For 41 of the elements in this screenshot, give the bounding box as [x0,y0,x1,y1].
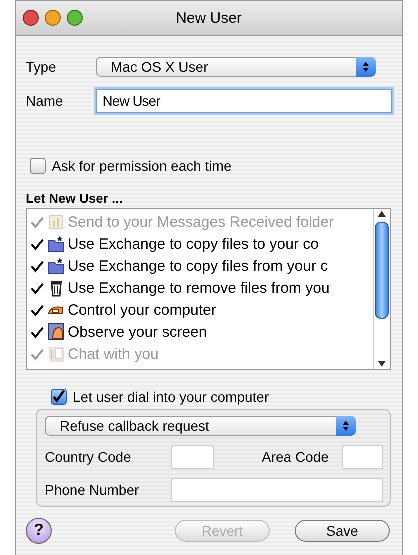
section-heading: Let New User ... [26,191,124,206]
field-label: Phone Number [45,482,140,498]
permission-item[interactable]: Control your computer [27,299,373,321]
window-title: New User [176,10,242,26]
trash-icon [48,279,65,297]
help-button[interactable]: ? [26,518,52,544]
field-label: Name [26,93,64,109]
permission-item[interactable]: Use Exchange to remove files from you [27,277,373,299]
stepper-icon [336,416,356,436]
scroll-down-icon[interactable] [377,359,387,369]
folder-icon [48,235,65,253]
popup-menu[interactable]: Mac OS X User [96,57,376,77]
stepper-icon [356,57,376,77]
permission-item[interactable]: Observe your screen [27,321,373,343]
checkbox[interactable] [30,158,46,174]
checkmark-icon[interactable] [31,282,45,294]
area-code-field[interactable] [342,445,383,469]
checkmark-icon[interactable] [31,326,45,338]
name-field[interactable]: New User [96,89,392,113]
minimize-icon[interactable] [45,10,61,26]
field-label: Type [26,59,58,75]
folder-icon [48,257,65,275]
screen-icon [48,323,65,341]
close-icon[interactable] [23,10,39,26]
field-label: Country Code [45,449,132,465]
field-label: Area Code [262,449,330,465]
checkbox[interactable] [51,389,67,405]
checkmark-icon[interactable] [31,238,45,250]
scrollbar[interactable] [373,209,390,369]
zoom-icon[interactable] [67,10,83,26]
checkbox-label: Let user dial into your computer [73,389,270,405]
scroll-up-icon[interactable] [377,209,387,219]
save-button[interactable]: Save [295,520,390,542]
popup-menu[interactable]: Refuse callback request [45,416,356,436]
country-code-field[interactable] [171,445,214,469]
permission-item[interactable]: Use Exchange to copy files from your c [27,255,373,277]
permission-item[interactable]: Use Exchange to copy files to your co [27,233,373,255]
checkbox-label: Ask for permission each time [52,158,232,174]
checkmark-icon[interactable] [31,304,45,316]
checkmark-icon[interactable] [31,260,45,272]
phone-number-field[interactable] [171,478,383,502]
